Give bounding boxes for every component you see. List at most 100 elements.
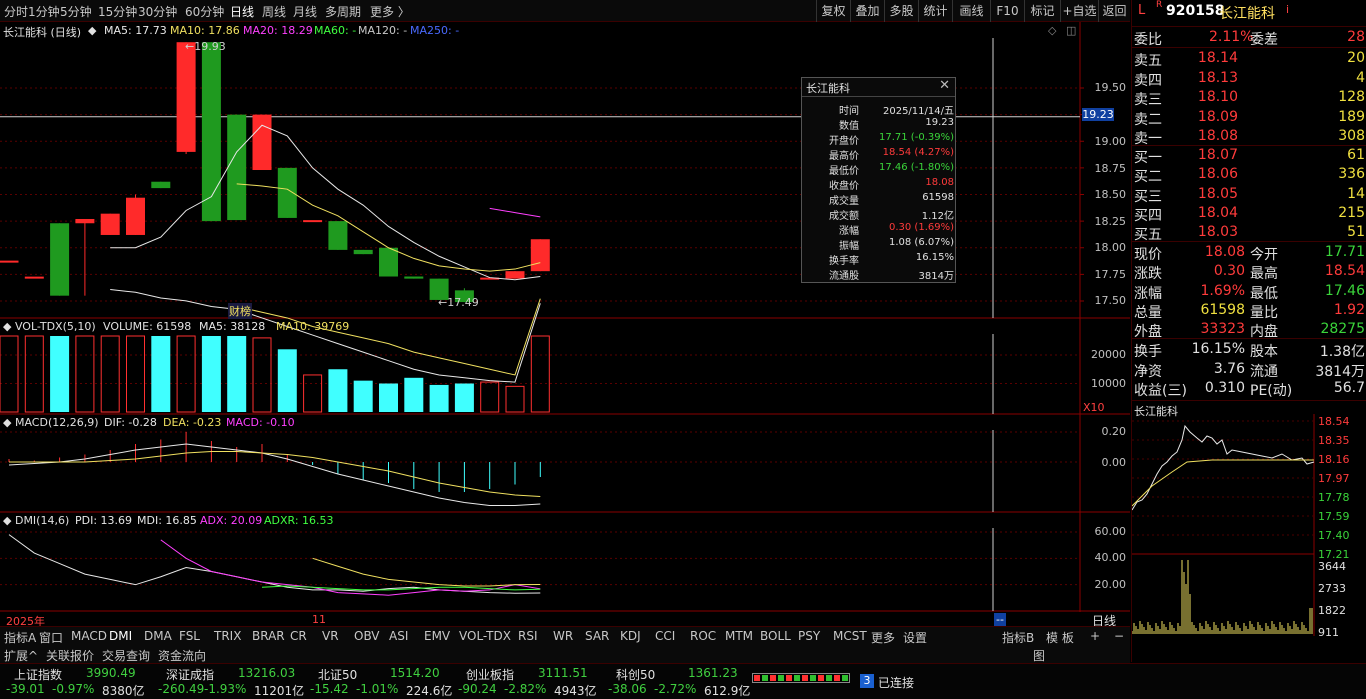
event-marker[interactable]: 财榜 [228, 303, 252, 319]
index-name[interactable]: 深证成指 [166, 666, 214, 683]
tab-60min[interactable]: 60分钟 [185, 3, 224, 20]
indicator-tab[interactable]: CR [290, 629, 307, 643]
volume-bar [328, 369, 348, 412]
candle-body [75, 218, 95, 224]
connection-status[interactable]: 已连接 [878, 674, 914, 691]
dmi-settings-icon[interactable]: ◆ [3, 514, 15, 527]
expand-button[interactable]: 扩展^ [4, 647, 38, 664]
volume-bar [227, 336, 247, 412]
indicator-tab[interactable]: BOLL [760, 629, 791, 643]
indicator-tab[interactable]: KDJ [620, 629, 641, 643]
indicator-tab[interactable]: 指标A [4, 629, 36, 646]
indicator-right-control[interactable]: + [1090, 629, 1100, 643]
index-amount: 612.9亿 [704, 684, 751, 698]
dmi-tick: 40.00 [1094, 551, 1127, 564]
tab-30min[interactable]: 30分钟 [138, 3, 177, 20]
fund-flow-button[interactable]: 资金流向 [158, 647, 206, 664]
indicator-tab[interactable]: WR [553, 629, 573, 643]
ask-row[interactable]: 卖四 18.13 4 [1132, 69, 1366, 89]
tab-1min[interactable]: 1分钟 [28, 3, 60, 20]
index-name[interactable]: 创业板指 [466, 666, 514, 683]
indicator-tab[interactable]: PSY [798, 629, 820, 643]
indicator-tab[interactable]: OBV [354, 629, 380, 643]
ask-label: 卖三 [1134, 92, 1162, 108]
back-button[interactable]: 返回 [1098, 0, 1130, 22]
bid-row[interactable]: 买三 18.05 14 [1132, 185, 1366, 205]
indicator-right-control[interactable]: − [1114, 629, 1124, 643]
volume-bar [379, 383, 398, 412]
indicator-tab[interactable]: MTM [725, 629, 753, 643]
info-row: 成交量 61598 [806, 191, 954, 207]
indicator-tab[interactable]: EMV [424, 629, 450, 643]
bid-row[interactable]: 买二 18.06 336 [1132, 165, 1366, 185]
bid-volume: 336 [1338, 166, 1365, 183]
indicator-tab[interactable]: 设置 [903, 629, 927, 646]
info-icon[interactable]: i [1286, 3, 1289, 16]
indicator-right-control[interactable]: 指标B [1002, 629, 1034, 646]
diamond-icon[interactable]: ◇ [1048, 24, 1056, 37]
tab-5min[interactable]: 5分钟 [60, 3, 92, 20]
indicator-tab[interactable]: 窗口 [39, 629, 63, 646]
indicator-tab[interactable]: MCST [833, 629, 867, 643]
bid-row[interactable]: 买五 18.03 51 [1132, 223, 1366, 243]
indicator-tab[interactable]: ROC [690, 629, 716, 643]
tab-more[interactable]: 更多 〉 [370, 3, 410, 20]
indicator-tab[interactable]: FSL [179, 629, 200, 643]
bid-label: 买一 [1134, 150, 1162, 166]
intraday-mini-chart[interactable]: 18.5418.3518.1617.9717.7817.5917.4017.21… [1132, 414, 1366, 636]
indicator-tab[interactable]: VOL-TDX [459, 629, 511, 643]
indicator-tab[interactable]: MACD [71, 629, 107, 643]
indicator-tab[interactable]: 更多 [871, 629, 895, 646]
bid-row[interactable]: 买四 18.04 215 [1132, 204, 1366, 224]
overlay-button[interactable]: 叠加 [850, 0, 884, 22]
mark-button[interactable]: 标记 [1024, 0, 1060, 22]
trade-query-button[interactable]: 交易查询 [102, 647, 150, 664]
indicator-tab[interactable]: DMI [109, 629, 132, 643]
stock-name[interactable]: 长江能科 [1219, 3, 1275, 23]
indicator-tab[interactable]: SAR [585, 629, 609, 643]
ask-label: 卖二 [1134, 111, 1162, 128]
bid-volume: 51 [1347, 224, 1365, 241]
draw-button[interactable]: 画线 [952, 0, 990, 22]
ma-settings-icon[interactable]: ◆ [88, 24, 96, 37]
indicator-tab[interactable]: CCI [655, 629, 675, 643]
indicator-tab[interactable]: DMA [144, 629, 172, 643]
tab-multi[interactable]: 多周期 [325, 3, 361, 20]
indicator-tab[interactable]: BRAR [252, 629, 285, 643]
indicator-tab[interactable]: TRIX [214, 629, 241, 643]
macd-settings-icon[interactable]: ◆ [3, 416, 15, 429]
tab-15min[interactable]: 15分钟 [98, 3, 137, 20]
indicator-tab[interactable]: VR [322, 629, 339, 643]
tab-daily[interactable]: 日线 [230, 3, 254, 20]
ask-row[interactable]: 卖一 18.08 308 [1132, 127, 1366, 147]
bid-row[interactable]: 买一 18.07 61 [1132, 146, 1366, 166]
ask-row[interactable]: 卖二 18.09 189 [1132, 108, 1366, 128]
tab-weekly[interactable]: 周线 [262, 3, 286, 20]
stat-label: 现价 [1134, 247, 1162, 263]
chart-button[interactable]: 图 [1033, 647, 1045, 664]
ask-row[interactable]: 卖五 18.14 20 [1132, 49, 1366, 69]
fuquan-button[interactable]: 复权 [816, 0, 850, 22]
price-tick: 19.50 [1094, 81, 1127, 94]
add-watchlist-button[interactable]: +自选 [1060, 0, 1098, 22]
related-quotes-button[interactable]: 关联报价 [46, 647, 94, 664]
macd-tick: 0.20 [1101, 425, 1127, 438]
vol-settings-icon[interactable]: ◆ [3, 320, 15, 333]
indicator-tab[interactable]: RSI [518, 629, 538, 643]
window-icon[interactable]: ◫ [1066, 24, 1076, 37]
stat-label: 总量 [1134, 304, 1162, 321]
volume-bar [353, 380, 373, 412]
index-name[interactable]: 上证指数 [14, 666, 62, 683]
stats-button[interactable]: 统计 [918, 0, 952, 22]
index-name[interactable]: 科创50 [616, 666, 655, 683]
index-name[interactable]: 北证50 [318, 666, 357, 683]
price-tick: 17.50 [1094, 294, 1127, 307]
tab-monthly[interactable]: 月线 [293, 3, 317, 20]
ask-row[interactable]: 卖三 18.10 128 [1132, 88, 1366, 108]
multistock-button[interactable]: 多股 [884, 0, 918, 22]
f10-button[interactable]: F10 [990, 0, 1024, 22]
indicator-tab[interactable]: ASI [389, 629, 408, 643]
indicator-right-control[interactable]: 模 板 [1046, 629, 1074, 646]
close-icon[interactable]: ✕ [939, 78, 950, 93]
tab-fenshi[interactable]: 分时 [4, 3, 28, 20]
